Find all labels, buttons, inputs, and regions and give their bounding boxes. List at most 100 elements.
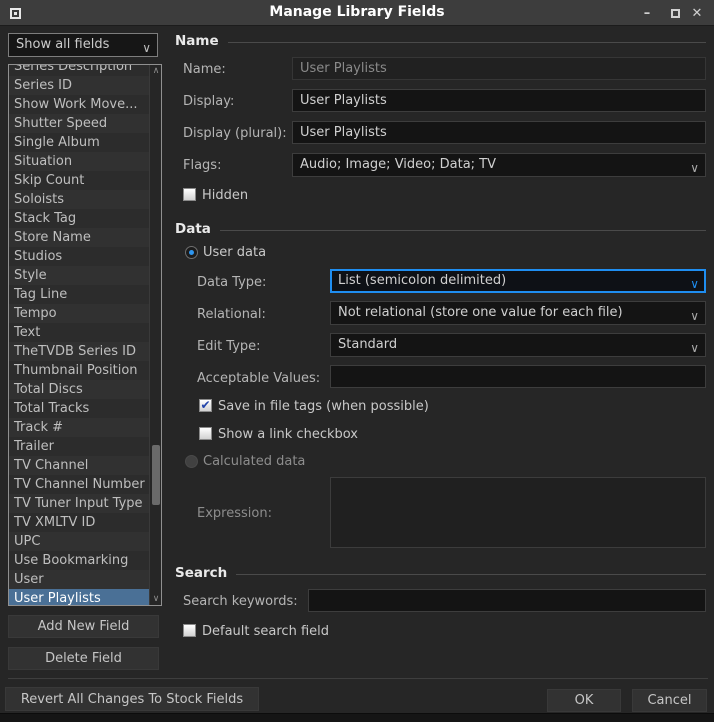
list-item[interactable]: TV Channel	[9, 456, 150, 475]
chevron-down-icon: ∨	[690, 305, 699, 325]
default-search-label: Default search field	[202, 624, 329, 639]
scrollbar-thumb[interactable]	[152, 445, 160, 505]
user-data-radio[interactable]	[185, 246, 198, 259]
show-link-checkbox[interactable]	[199, 427, 212, 440]
edit-type-select[interactable]: Standard ∨	[330, 333, 706, 357]
display-label: Display:	[183, 94, 234, 109]
data-type-label: Data Type:	[197, 275, 266, 290]
list-item[interactable]: Text	[9, 323, 150, 342]
list-item[interactable]: Series Description	[9, 64, 150, 76]
relational-label: Relational:	[197, 307, 266, 322]
list-item[interactable]: UPC	[9, 532, 150, 551]
list-item[interactable]: Stack Tag	[9, 209, 150, 228]
hidden-label: Hidden	[202, 188, 248, 203]
hidden-checkbox[interactable]	[183, 188, 196, 201]
revert-stock-fields-button[interactable]: Revert All Changes To Stock Fields	[5, 687, 259, 711]
data-type-select[interactable]: List (semicolon delimited) ∨	[330, 269, 706, 293]
list-item[interactable]: Studios	[9, 247, 150, 266]
add-new-field-button[interactable]: Add New Field	[8, 615, 159, 638]
list-item[interactable]: Show Work Move...	[9, 95, 150, 114]
cancel-button[interactable]: Cancel	[632, 689, 707, 712]
default-search-checkbox[interactable]	[183, 624, 196, 637]
field-list-scrollbar[interactable]: ∧ ∨	[149, 65, 161, 605]
field-list-items: Series DescriptionSeries IDShow Work Mov…	[9, 64, 150, 606]
search-section-title: Search	[175, 565, 227, 581]
scroll-down-icon[interactable]: ∨	[150, 593, 162, 605]
list-item[interactable]: Use Bookmarking	[9, 551, 150, 570]
manage-library-fields-dialog: Manage Library Fields – ✕ Show all field…	[0, 0, 714, 722]
flags-label: Flags:	[183, 158, 221, 173]
list-item[interactable]: Store Name	[9, 228, 150, 247]
check-icon: ✔	[200, 400, 210, 411]
data-section-header: Data	[175, 221, 706, 237]
field-list[interactable]: Series DescriptionSeries IDShow Work Mov…	[8, 64, 162, 606]
delete-field-button[interactable]: Delete Field	[8, 647, 159, 670]
data-type-value: List (semicolon delimited)	[338, 273, 506, 288]
list-item[interactable]: TV Channel Number	[9, 475, 150, 494]
search-keywords-input[interactable]	[308, 589, 706, 612]
ok-button[interactable]: OK	[547, 689, 621, 712]
edit-type-label: Edit Type:	[197, 339, 261, 354]
chevron-down-icon: ∨	[690, 273, 699, 293]
list-item[interactable]: Tempo	[9, 304, 150, 323]
save-file-tags-checkbox[interactable]: ✔	[199, 399, 212, 412]
maximize-button[interactable]	[666, 3, 684, 23]
list-item[interactable]: TV Tuner Input Type	[9, 494, 150, 513]
list-item[interactable]: Style	[9, 266, 150, 285]
acceptable-values-label: Acceptable Values:	[197, 371, 320, 386]
maximize-icon	[671, 9, 680, 18]
relational-value: Not relational (store one value for each…	[338, 305, 623, 320]
close-button[interactable]: ✕	[688, 3, 706, 23]
list-item[interactable]: Shutter Speed	[9, 114, 150, 133]
minimize-button[interactable]: –	[638, 3, 656, 23]
list-item[interactable]: Single Album	[9, 133, 150, 152]
footer-separator	[8, 678, 708, 679]
acceptable-values-input[interactable]	[330, 365, 706, 388]
search-section-header: Search	[175, 565, 706, 581]
list-item[interactable]: User	[9, 570, 150, 589]
display-input[interactable]	[292, 89, 706, 112]
flags-select[interactable]: Audio; Image; Video; Data; TV ∨	[292, 153, 706, 177]
scroll-up-icon[interactable]: ∧	[150, 65, 162, 77]
chevron-down-icon: ∨	[690, 337, 699, 357]
expression-textarea	[330, 477, 706, 548]
list-item[interactable]: Situation	[9, 152, 150, 171]
calculated-data-radio[interactable]	[185, 455, 198, 468]
flags-value: Audio; Image; Video; Data; TV	[300, 157, 496, 172]
list-item[interactable]: Total Tracks	[9, 399, 150, 418]
list-item[interactable]: User Playlists	[9, 589, 150, 606]
list-item[interactable]: Skip Count	[9, 171, 150, 190]
show-link-label: Show a link checkbox	[218, 427, 358, 442]
display-plural-label: Display (plural):	[183, 126, 287, 141]
window-bottom-edge	[0, 713, 714, 722]
search-keywords-label: Search keywords:	[183, 594, 298, 609]
window-title: Manage Library Fields	[0, 4, 714, 20]
chevron-down-icon: ∨	[142, 37, 151, 59]
calculated-data-label: Calculated data	[203, 454, 305, 469]
list-item[interactable]: Total Discs	[9, 380, 150, 399]
section-rule	[236, 574, 706, 575]
radio-dot	[189, 250, 194, 255]
list-item[interactable]: Series ID	[9, 76, 150, 95]
name-section-header: Name	[175, 33, 706, 49]
list-item[interactable]: TheTVDB Series ID	[9, 342, 150, 361]
save-file-tags-label: Save in file tags (when possible)	[218, 399, 429, 414]
list-item[interactable]: TV XMLTV ID	[9, 513, 150, 532]
expression-label: Expression:	[197, 506, 272, 521]
section-rule	[220, 230, 706, 231]
title-bar[interactable]: Manage Library Fields – ✕	[0, 0, 714, 26]
list-item[interactable]: Thumbnail Position	[9, 361, 150, 380]
data-section-title: Data	[175, 221, 211, 237]
minimize-icon: –	[644, 6, 651, 21]
list-item[interactable]: Soloists	[9, 190, 150, 209]
fields-filter-value: Show all fields	[16, 37, 109, 52]
list-item[interactable]: Track #	[9, 418, 150, 437]
fields-filter-select[interactable]: Show all fields ∨	[8, 33, 158, 57]
list-item[interactable]: Trailer	[9, 437, 150, 456]
section-rule	[228, 42, 706, 43]
chevron-down-icon: ∨	[690, 157, 699, 177]
relational-select[interactable]: Not relational (store one value for each…	[330, 301, 706, 325]
list-item[interactable]: Tag Line	[9, 285, 150, 304]
name-section-title: Name	[175, 33, 219, 49]
display-plural-input[interactable]	[292, 121, 706, 144]
